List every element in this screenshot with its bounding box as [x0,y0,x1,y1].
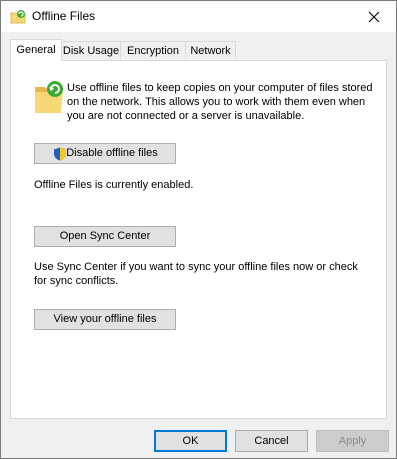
close-icon [368,11,379,22]
offline-files-description: Use offline files to keep copies on your… [67,82,373,122]
status-text: Offline Files is currently enabled. [34,179,194,191]
disable-offline-files-button[interactable]: Disable offline files [34,143,176,164]
open-sync-center-button[interactable]: Open Sync Center [34,226,176,247]
apply-button[interactable]: Apply [316,430,389,452]
tab-network[interactable]: Network [185,41,236,59]
general-tab-panel: Use offline files to keep copies on your… [10,60,387,419]
ok-button[interactable]: OK [154,430,227,452]
cancel-button[interactable]: Cancel [235,430,308,452]
sync-center-description: Use Sync Center if you want to sync your… [34,261,358,287]
title-bar[interactable]: Offline Files [1,1,396,32]
tab-disk-usage[interactable]: Disk Usage [61,41,121,59]
offline-files-icon [10,10,26,24]
tab-general[interactable]: General [10,39,62,61]
offline-folder-sync-icon [35,81,63,113]
uac-shield-icon [54,147,66,161]
disable-offline-files-label: Disable offline files [66,147,158,159]
tab-encryption[interactable]: Encryption [120,41,186,59]
view-offline-files-button[interactable]: View your offline files [34,309,176,330]
offline-files-dialog: Offline Files General Disk Usage Encrypt… [0,0,397,459]
close-button[interactable] [351,1,396,32]
window-title: Offline Files [32,9,96,23]
